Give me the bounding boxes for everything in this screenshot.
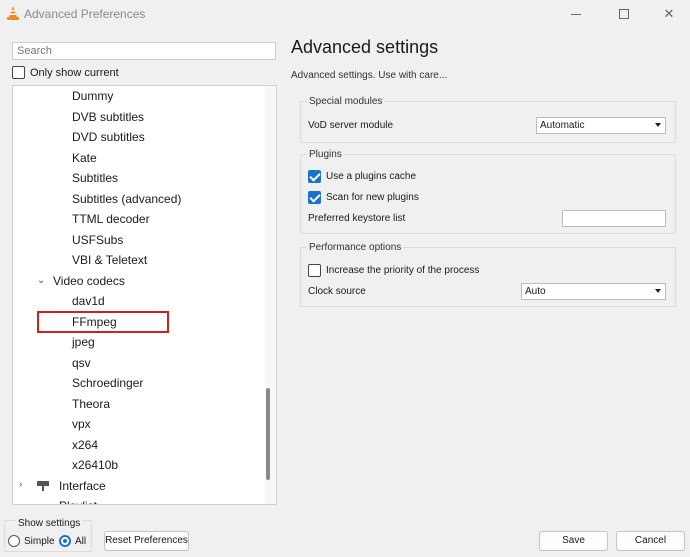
tree-scrollbar-thumb[interactable] — [266, 388, 270, 480]
tree-item[interactable]: VBI & Teletext — [72, 250, 147, 270]
tree-item[interactable]: Subtitles (advanced) — [72, 189, 181, 209]
chevron-right-icon[interactable]: › — [19, 479, 22, 490]
checkbox-box[interactable] — [308, 170, 321, 183]
tree-item[interactable]: x26410b — [72, 455, 118, 475]
tree-item[interactable]: jpeg — [72, 332, 95, 352]
tree-item[interactable]: Kate — [72, 148, 97, 168]
use-plugins-cache-checkbox[interactable]: Use a plugins cache — [308, 170, 416, 183]
clock-source-value: Auto — [525, 286, 546, 297]
simple-label: Simple — [24, 535, 55, 547]
save-button[interactable]: Save — [539, 531, 608, 551]
increase-priority-checkbox[interactable]: Increase the priority of the process — [308, 264, 479, 277]
reset-preferences-button[interactable]: Reset Preferences — [104, 531, 189, 551]
clock-source-label: Clock source — [308, 286, 366, 297]
clock-source-select[interactable]: Auto — [521, 283, 666, 300]
tree-item[interactable]: TTML decoder — [72, 209, 150, 229]
increase-priority-label: Increase the priority of the process — [326, 265, 480, 276]
tree-item[interactable]: Schroedinger — [72, 373, 143, 393]
only-show-current-label: Only show current — [30, 66, 119, 79]
keystore-input[interactable] — [562, 210, 666, 227]
checkbox-box[interactable] — [12, 66, 25, 79]
vod-server-select[interactable]: Automatic — [536, 117, 666, 134]
preferences-tree[interactable]: Dummy DVB subtitles DVD subtitles Kate S… — [12, 85, 277, 505]
show-settings-title: Show settings — [16, 518, 83, 529]
minimize-button[interactable] — [553, 0, 599, 28]
vlc-cone-icon — [7, 6, 19, 20]
tree-item[interactable]: USFSubs — [72, 230, 123, 250]
search-input[interactable]: Search — [12, 42, 276, 60]
checkbox-box[interactable] — [308, 264, 321, 277]
maximize-icon — [619, 9, 629, 19]
simple-radio[interactable]: Simple — [8, 535, 55, 547]
vod-server-value: Automatic — [540, 120, 585, 131]
chevron-down-icon[interactable]: ⌄ — [37, 275, 45, 286]
checkbox-box[interactable] — [308, 191, 321, 204]
all-label: All — [75, 535, 87, 547]
tree-item[interactable]: Theora — [72, 394, 110, 414]
tree-item[interactable]: x264 — [72, 435, 98, 455]
cancel-button[interactable]: Cancel — [616, 531, 685, 551]
page-title: Advanced settings — [291, 37, 439, 57]
radio-button[interactable] — [8, 535, 20, 547]
special-modules-title: Special modules — [307, 96, 385, 107]
title-bar: Advanced Preferences ✕ — [0, 0, 690, 28]
tree-item-interface[interactable]: Interface — [59, 476, 106, 496]
ffmpeg-highlight — [37, 311, 169, 333]
tree-item[interactable]: Subtitles — [72, 168, 118, 188]
radio-button[interactable] — [59, 535, 71, 547]
tree-item[interactable]: DVD subtitles — [72, 127, 145, 147]
paint-roller-icon — [37, 481, 49, 491]
page-subtitle: Advanced settings. Use with care... — [291, 70, 448, 81]
tree-item[interactable]: Dummy — [72, 86, 113, 106]
tree-item-playlist[interactable]: Playlist — [59, 496, 97, 504]
tree-item[interactable]: vpx — [72, 414, 91, 434]
vod-server-label: VoD server module — [308, 120, 394, 131]
window-title: Advanced Preferences — [24, 7, 146, 21]
chevron-down-icon — [655, 123, 661, 127]
maximize-button[interactable] — [601, 0, 647, 28]
tree-item[interactable]: DVB subtitles — [72, 107, 144, 127]
keystore-label: Preferred keystore list — [308, 213, 406, 224]
tree-item[interactable]: dav1d — [72, 291, 105, 311]
only-show-current-checkbox[interactable]: Only show current — [12, 66, 119, 79]
chevron-down-icon — [655, 289, 661, 293]
tree-item[interactable]: qsv — [72, 353, 91, 373]
close-icon: ✕ — [663, 6, 675, 21]
all-radio[interactable]: All — [59, 535, 86, 547]
minimize-icon — [571, 13, 581, 15]
performance-title: Performance options — [307, 242, 404, 253]
plugins-title: Plugins — [307, 149, 344, 160]
scan-plugins-label: Scan for new plugins — [326, 192, 419, 203]
scan-plugins-checkbox[interactable]: Scan for new plugins — [308, 191, 419, 204]
tree-group-video-codecs[interactable]: Video codecs — [53, 271, 125, 291]
use-plugins-cache-label: Use a plugins cache — [326, 171, 417, 182]
close-button[interactable]: ✕ — [646, 0, 690, 28]
